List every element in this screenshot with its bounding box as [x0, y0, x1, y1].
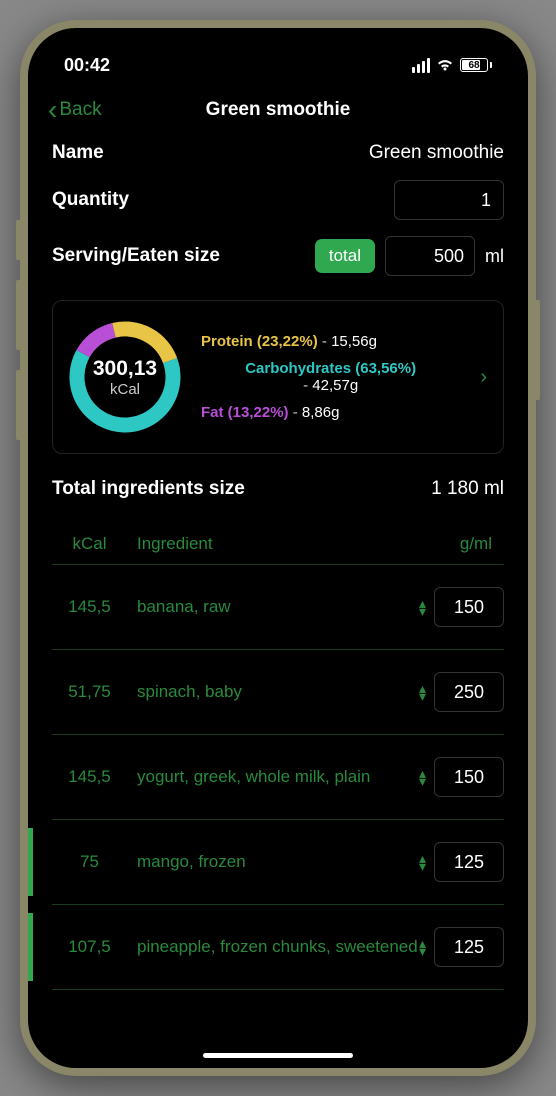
header-gml: g/ml — [404, 534, 504, 554]
status-time: 00:42 — [64, 55, 110, 76]
amount-stepper[interactable]: ▴▾ — [419, 769, 426, 786]
home-indicator[interactable] — [203, 1053, 353, 1058]
ingredient-row[interactable]: 145,5banana, raw▴▾ — [52, 565, 504, 650]
status-icons: 68 — [412, 58, 492, 73]
chevron-left-icon: ‹ — [48, 96, 57, 124]
macro-legend: Protein (23,22%) - 15,56g Carbohydrates … — [201, 333, 460, 421]
serving-row: Serving/Eaten size total ml — [52, 236, 504, 276]
back-button[interactable]: ‹ Back — [48, 96, 102, 124]
volume-up — [16, 280, 22, 350]
donut-kcal-label: kCal — [110, 381, 140, 398]
name-value: Green smoothie — [369, 142, 504, 164]
serving-label: Serving/Eaten size — [52, 245, 305, 267]
donut-kcal-value: 300,13 — [93, 357, 157, 381]
ingredients-table-header: kCal Ingredient g/ml — [52, 524, 504, 565]
serving-input[interactable] — [385, 236, 475, 276]
ingredient-row[interactable]: 75mango, frozen▴▾ — [52, 820, 504, 905]
total-ingredients-label: Total ingredients size — [52, 478, 245, 500]
header-ingredient: Ingredient — [127, 534, 404, 554]
chevron-right-icon: › — [476, 366, 491, 389]
ingredient-name: pineapple, frozen chunks, sweetened — [127, 936, 419, 958]
ingredient-kcal: 145,5 — [52, 597, 127, 617]
macro-card[interactable]: 300,13 kCal Protein (23,22%) - 15,56g Ca… — [52, 300, 504, 454]
ingredient-amount-input[interactable] — [434, 587, 504, 627]
power-button — [534, 300, 540, 400]
quantity-label: Quantity — [52, 189, 129, 211]
macro-donut-chart: 300,13 kCal — [65, 317, 185, 437]
quantity-input[interactable] — [394, 180, 504, 220]
header-kcal: kCal — [52, 534, 127, 554]
protein-line: Protein (23,22%) - 15,56g — [201, 333, 460, 350]
serving-unit: ml — [485, 246, 504, 267]
amount-stepper[interactable]: ▴▾ — [419, 684, 426, 701]
quantity-row: Quantity — [52, 180, 504, 220]
ingredient-kcal: 107,5 — [52, 937, 127, 957]
carbs-line: Carbohydrates (63,56%) - 42,57g — [201, 360, 460, 394]
ingredient-name: mango, frozen — [127, 851, 419, 873]
ingredient-name: spinach, baby — [127, 681, 419, 703]
screen: 00:42 68 ‹ Back Green smoothie Name Gree… — [28, 28, 528, 1068]
total-ingredients-row: Total ingredients size 1 180 ml — [52, 478, 504, 500]
ingredient-kcal: 145,5 — [52, 767, 127, 787]
ingredient-kcal: 51,75 — [52, 682, 127, 702]
amount-stepper[interactable]: ▴▾ — [419, 939, 426, 956]
name-row: Name Green smoothie — [52, 142, 504, 164]
content: Name Green smoothie Quantity Serving/Eat… — [28, 142, 528, 990]
name-label: Name — [52, 142, 104, 164]
ingredients-list: 145,5banana, raw▴▾51,75spinach, baby▴▾14… — [52, 565, 504, 990]
nav-header: ‹ Back Green smoothie — [28, 86, 528, 142]
ingredient-name: banana, raw — [127, 596, 419, 618]
ingredient-amount-input[interactable] — [434, 927, 504, 967]
battery-icon: 68 — [460, 58, 492, 72]
mute-switch — [16, 220, 22, 260]
ingredient-row[interactable]: 107,5pineapple, frozen chunks, sweetened… — [52, 905, 504, 990]
page-title: Green smoothie — [206, 99, 351, 121]
ingredient-amount-input[interactable] — [434, 842, 504, 882]
amount-stepper[interactable]: ▴▾ — [419, 599, 426, 616]
back-label: Back — [59, 99, 101, 121]
total-ingredients-value: 1 180 ml — [431, 478, 504, 500]
volume-down — [16, 370, 22, 440]
ingredient-row[interactable]: 145,5yogurt, greek, whole milk, plain▴▾ — [52, 735, 504, 820]
phone-frame: 00:42 68 ‹ Back Green smoothie Name Gree… — [20, 20, 536, 1076]
ingredient-row[interactable]: 51,75spinach, baby▴▾ — [52, 650, 504, 735]
ingredient-amount-input[interactable] — [434, 757, 504, 797]
dynamic-island — [203, 50, 353, 84]
fat-line: Fat (13,22%) - 8,86g — [201, 404, 460, 421]
serving-mode-button[interactable]: total — [315, 239, 375, 273]
ingredient-kcal: 75 — [52, 852, 127, 872]
signal-icon — [412, 58, 430, 73]
amount-stepper[interactable]: ▴▾ — [419, 854, 426, 871]
ingredient-amount-input[interactable] — [434, 672, 504, 712]
ingredient-name: yogurt, greek, whole milk, plain — [127, 766, 419, 788]
wifi-icon — [436, 58, 454, 72]
